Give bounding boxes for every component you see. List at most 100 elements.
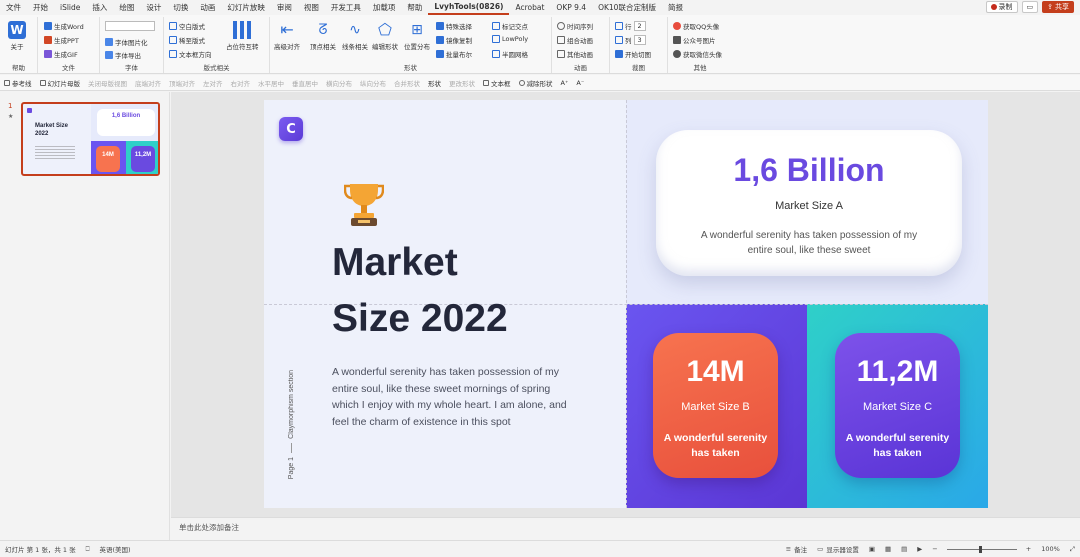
bool-button[interactable]: 批量布尔 [436,49,472,59]
center-horizontal-button[interactable]: 水平居中 [254,78,288,88]
public-pic-button[interactable]: 公众号图片 [673,35,716,45]
zoom-in-button[interactable]: + [1021,545,1036,553]
menu-transitions[interactable]: 切换 [167,0,194,15]
fit-slide-icon[interactable]: ⤢ [1065,545,1080,554]
menu-design[interactable]: 设计 [140,0,167,15]
menu-briefing[interactable]: 简报 [662,0,689,15]
align-left-button[interactable]: 左对齐 [199,78,227,88]
time-seq-button[interactable]: 时间序列 [557,21,593,31]
change-shape-button[interactable]: 更改形状 [445,78,479,88]
distribute-vertical-button[interactable]: 纵向分布 [356,78,390,88]
center-vertical-button[interactable]: 垂直居中 [288,78,322,88]
zoom-out-button[interactable]: − [927,545,942,553]
menu-islide[interactable]: iSlide [54,0,86,15]
qq-avatar-button[interactable]: 获取QQ头像 [673,21,719,31]
share-button[interactable]: ⇪ 共享 [1042,1,1074,13]
menu-animations[interactable]: 动画 [194,0,221,15]
vertex-button[interactable]: ᘔ 顶点相关 [310,21,336,51]
menu-slideshow[interactable]: 幻灯片放映 [221,0,271,15]
zoom-level[interactable]: 100% [1036,545,1065,553]
menu-help[interactable]: 帮助 [401,0,428,15]
menu-acrobat[interactable]: Acrobat [509,0,550,15]
distribute-horizontal-button[interactable]: 横向分布 [322,78,356,88]
menu-addins[interactable]: 加载项 [367,0,402,15]
menu-insert[interactable]: 插入 [86,0,113,15]
spellcheck-icon[interactable]: ⎕ [81,545,95,554]
align-top-button[interactable]: 顶端对齐 [165,78,199,88]
position-button[interactable]: ⊞ 位置分布 [404,21,430,51]
combo-anim-button[interactable]: 组合动画 [557,35,593,45]
menu-view[interactable]: 视图 [298,0,325,15]
align-bottom-button[interactable]: 底端对齐 [131,78,165,88]
menu-draw[interactable]: 绘图 [113,0,140,15]
font-increase-button[interactable]: A⁺ [557,79,573,87]
textbox-dir-button[interactable]: 文本框方向 [169,49,212,59]
col-value[interactable]: 3 [633,35,646,45]
font-decrease-button[interactable]: A⁻ [572,79,588,87]
advanced-align-button[interactable]: ⇤ 高级对齐 [274,21,300,52]
gen-ppt-button[interactable]: 生成PPT [44,35,79,45]
lowpoly-button[interactable]: LowPoly [492,35,528,43]
notes-toggle[interactable]: ≡ 备注 [781,544,812,554]
zoom-slider[interactable] [946,545,1017,553]
sorter-view-button[interactable]: ▦ [880,545,896,553]
col-stepper[interactable]: 列3 [615,35,646,45]
lowpoly-label: LowPoly [502,35,529,43]
font-pic-button[interactable]: 字体图片化 [105,37,148,47]
line-button[interactable]: ∿ 线条相关 [342,21,368,51]
textbox-button[interactable]: 文本框 [479,78,515,88]
vertical-section-label[interactable]: Claymorphism section Page 1 [285,370,297,485]
group-other: 获取QQ头像 公众号图片 获取微信头像 其他 [668,17,732,73]
start-cut-button[interactable]: 开始切图 [615,49,651,59]
guides-checkbox[interactable]: 参考线 [0,78,36,88]
record-button[interactable]: 录制 [985,1,1018,13]
master-layout-button[interactable]: 稀至版式 [169,35,205,45]
blank-layout-label: 空白版式 [179,23,205,31]
notes-pane[interactable]: 单击此处添加备注 [171,517,1080,539]
other-anim-button[interactable]: 其他动画 [557,49,593,59]
gen-word-button[interactable]: 生成Word [44,21,84,31]
card-market-c[interactable]: 11,2M Market Size C A wonderful serenity… [835,333,960,478]
card-market-a[interactable]: 1,6 Billion Market Size A A wonderful se… [656,130,962,276]
placeholder-button[interactable]: 占位符互转 [226,21,259,51]
zoom-slider-knob[interactable] [978,545,982,553]
card-market-b[interactable]: 14M Market Size B A wonderful serenity h… [653,333,778,478]
display-settings[interactable]: ▭ 显示器设置 [812,544,864,554]
brand-logo[interactable]: C [279,117,303,141]
edit-shape-button[interactable]: ⬠ 编辑形状 [372,21,398,52]
slide-thumbnail[interactable]: Market Size 2022 1,6 Billion 14M 11,2M [21,102,160,176]
merge-shapes-button[interactable]: 合并形状 [390,78,424,88]
row-value[interactable]: 2 [633,21,646,31]
slide-master-button[interactable]: 幻灯片母版 [36,78,85,88]
slide-title[interactable]: Market Size 2022 [332,235,592,347]
slideshow-button[interactable]: ▶ [912,545,927,553]
blank-layout-button[interactable]: 空白版式 [169,21,205,31]
comment-button[interactable]: ▭ [1021,1,1039,13]
close-master-button[interactable]: 关闭母版视图 [84,78,131,88]
mark-vertex-button[interactable]: 标记交点 [492,21,528,31]
align-right-button[interactable]: 右对齐 [227,78,255,88]
wechat-avatar-button[interactable]: 获取微信头像 [673,49,722,59]
subtract-shape-button[interactable]: 减除形状 [515,78,557,88]
normal-view-button[interactable]: ▣ [864,545,880,553]
half-circle-button[interactable]: 半圆网格 [492,49,528,59]
font-combo[interactable] [105,21,155,31]
shapes-button[interactable]: 形状 [424,78,445,88]
gen-gif-button[interactable]: 生成GIF [44,49,78,59]
trophy-icon[interactable] [344,180,384,228]
row-stepper[interactable]: 行2 [615,21,646,31]
menu-review[interactable]: 审阅 [271,0,298,15]
menu-developer[interactable]: 开发工具 [325,0,367,15]
about-button[interactable]: W 关于 [8,21,26,51]
font-export-button[interactable]: 字体导出 [105,50,141,60]
reading-view-button[interactable]: ▤ [896,545,912,553]
language-indicator[interactable]: 英语(美国) [95,544,136,554]
menu-lvyhtools[interactable]: LvyhTools(0826) [428,0,510,15]
menu-okp[interactable]: OKP 9.4 [550,0,592,15]
mirror-copy-button[interactable]: 镜像复制 [436,35,472,45]
menu-ok10[interactable]: OK10联合定制版 [592,0,662,15]
menu-file[interactable]: 文件 [0,0,27,15]
slide-body-text[interactable]: A wonderful serenity has taken possessio… [332,364,572,430]
menu-home[interactable]: 开始 [27,0,54,15]
special-select-button[interactable]: 特殊选择 [436,21,472,31]
